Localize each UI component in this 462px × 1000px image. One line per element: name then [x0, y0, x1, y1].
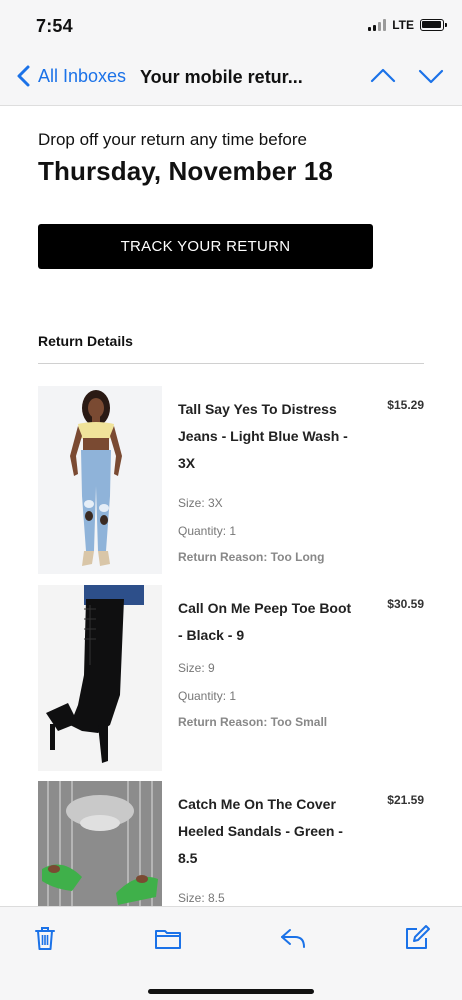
item-quantity: Quantity: 1 [178, 689, 237, 703]
mail-app: 7:54 LTE All Inboxes Your mobile retur..… [0, 0, 462, 1000]
item-name: Tall Say Yes To Distress Jeans - Light B… [178, 401, 348, 471]
trash-icon [35, 927, 55, 950]
item-size: Size: 3X [178, 496, 223, 510]
item-return-reason: Return Reason: Too Small [178, 715, 328, 729]
trash-button[interactable] [30, 923, 60, 953]
folder-icon [155, 930, 181, 949]
compose-button[interactable] [402, 923, 432, 953]
reply-icon [281, 929, 305, 948]
divider [38, 363, 424, 364]
status-time: 7:54 [36, 16, 73, 36]
signal-icon [368, 19, 387, 31]
chevron-down-icon[interactable] [418, 66, 444, 86]
chevron-left-icon [17, 65, 30, 87]
chevron-up-icon[interactable] [370, 66, 396, 86]
product-image-boot[interactable] [38, 585, 162, 771]
reply-button[interactable] [278, 923, 308, 953]
return-item: Call On Me Peep Toe Boot - Black - 9 $30… [38, 585, 424, 771]
network-label: LTE [392, 18, 414, 32]
item-size: Size: 9 [178, 661, 215, 675]
track-return-button[interactable]: TRACK YOUR RETURN [38, 224, 373, 269]
battery-icon [420, 19, 447, 31]
back-button[interactable]: All Inboxes [14, 64, 126, 88]
back-label: All Inboxes [38, 65, 127, 86]
item-price: $30.59 [387, 597, 424, 611]
item-name: Call On Me Peep Toe Boot - Black - 9 [178, 600, 352, 643]
nav-bar: All Inboxes Your mobile retur... [0, 48, 462, 106]
status-bar: 7:54 LTE [0, 0, 462, 48]
item-size: Size: 8.5 [178, 891, 225, 905]
product-image-sandals[interactable] [38, 781, 162, 906]
product-image-jeans[interactable] [38, 386, 162, 574]
return-details-heading: Return Details [38, 333, 133, 349]
dropoff-text: Drop off your return any time before [38, 130, 307, 149]
item-quantity: Quantity: 1 [178, 524, 237, 538]
compose-icon [406, 925, 430, 949]
item-name: Catch Me On The Cover Heeled Sandals - G… [178, 796, 343, 866]
nav-title: Your mobile retur... [140, 67, 303, 87]
return-item: Tall Say Yes To Distress Jeans - Light B… [38, 386, 424, 576]
home-indicator[interactable] [148, 989, 314, 994]
move-to-folder-button[interactable] [153, 923, 183, 953]
message-navigation [370, 66, 444, 86]
dropoff-date: Thursday, November 18 [38, 156, 333, 186]
item-price: $21.59 [387, 793, 424, 807]
item-price: $15.29 [387, 398, 424, 412]
item-return-reason: Return Reason: Too Long [178, 550, 325, 564]
status-indicators: LTE [368, 18, 447, 32]
return-item: Catch Me On The Cover Heeled Sandals - G… [38, 781, 424, 906]
bottom-toolbar [0, 906, 462, 1000]
